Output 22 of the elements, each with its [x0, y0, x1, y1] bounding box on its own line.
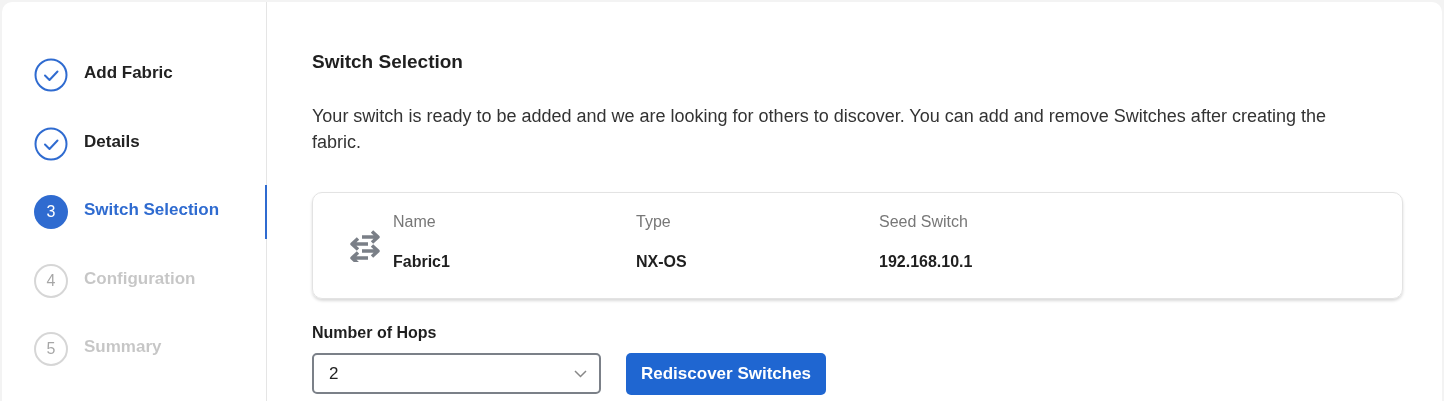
column-value: Fabric1 [393, 252, 451, 272]
field-label: Number of Hops [312, 322, 438, 343]
check-circle-icon [34, 126, 68, 161]
step-label[interactable]: Add Fabric [84, 60, 173, 86]
column-label: Type [636, 212, 672, 232]
step-number: 5 [34, 332, 68, 367]
step-number: 3 [34, 195, 68, 230]
step-label[interactable]: Switch Selection [84, 197, 220, 223]
column-value: 192.168.10.1 [879, 252, 974, 272]
rediscover-button[interactable]: Rediscover Switches [626, 352, 827, 395]
check-circle-icon [34, 58, 68, 92]
chevron-down-icon [574, 369, 587, 378]
column-label: Seed Switch [879, 212, 969, 232]
active-step-indicator [265, 185, 267, 240]
swap-arrows-icon [349, 228, 381, 262]
column-value: NX-OS [636, 252, 688, 272]
hops-dropdown[interactable]: 2 [312, 353, 601, 394]
step-number: 4 [34, 263, 68, 298]
column-label: Name [393, 212, 437, 232]
section-title: Switch Selection [312, 50, 464, 74]
description-text: Your switch is ready to be added and we are looking for others to discover. You can add and remove Switches after creating the fabric. [312, 104, 1327, 154]
step-label[interactable]: Details [84, 128, 140, 155]
